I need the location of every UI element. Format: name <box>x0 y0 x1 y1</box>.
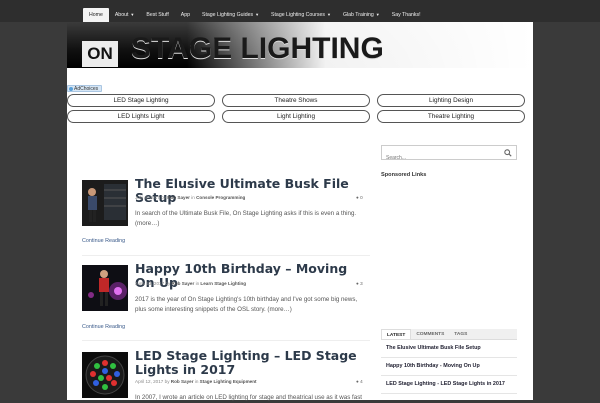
main-nav: Home About ▼ Best Stuff App Stage Lightin… <box>83 8 427 22</box>
post-category[interactable]: Learn Stage Lighting <box>200 281 246 286</box>
page-content: ON STAGE LIGHTING AdChoices LED Stage Li… <box>67 22 533 401</box>
nav-label: Best Stuff <box>146 12 169 18</box>
meta-in: in <box>194 379 199 384</box>
chevron-down-icon: ▼ <box>255 12 260 17</box>
site-banner[interactable]: ON STAGE LIGHTING <box>67 22 533 68</box>
post-category[interactable]: Stage Lighting Equipment <box>200 379 257 384</box>
adchoices-label: AdChoices <box>74 86 99 92</box>
comment-icon: ● <box>356 379 359 384</box>
nav-label: Glab Training <box>342 12 374 18</box>
ad-link[interactable]: Lighting Design <box>377 94 525 107</box>
post-meta: July 6, 2017 by Rob Sayer in Console Pro… <box>135 195 245 200</box>
post-excerpt: 2017 is the year of On Stage Lighting's … <box>135 296 358 313</box>
post-author[interactable]: Rob Sayer <box>172 281 195 286</box>
chevron-down-icon: ▼ <box>326 12 331 17</box>
nav-label: Home <box>89 12 103 18</box>
search-input[interactable] <box>382 151 492 165</box>
ad-link[interactable]: Theatre Shows <box>222 94 370 107</box>
ad-link[interactable]: LED Lights Light <box>67 110 215 123</box>
post-image <box>82 352 128 398</box>
nav-item-app[interactable]: App <box>175 8 196 22</box>
chevron-down-icon: ▼ <box>375 12 380 17</box>
post-category[interactable]: Console Programming <box>196 195 245 200</box>
comment-icon: ● <box>356 281 359 286</box>
post-thumbnail[interactable] <box>82 265 128 311</box>
site-logo-text: STAGE LIGHTING <box>131 32 384 65</box>
comment-count[interactable]: ● 3 <box>356 281 363 286</box>
chevron-down-icon: ▼ <box>130 12 135 17</box>
post-meta: June 23, 2017 by Rob Sayer in Learn Stag… <box>135 281 246 286</box>
sidebar-tabs: LATEST COMMENTS TAGS <box>381 329 517 340</box>
latest-post-link[interactable]: The Elusive Ultimate Busk File Setup <box>381 340 517 358</box>
post-thumbnail[interactable] <box>82 180 128 226</box>
post-author[interactable]: Rob Sayer <box>171 379 194 384</box>
ad-link[interactable]: LED Stage Lighting <box>67 94 215 107</box>
ad-link[interactable]: Light Lighting <box>222 110 370 123</box>
comment-icon: ● <box>356 195 359 200</box>
post-excerpt: In 2007, I wrote an article on LED light… <box>135 394 363 401</box>
sponsored-links-heading: Sponsored Links <box>381 172 427 178</box>
comment-count-value: 0 <box>360 195 363 200</box>
meta-by: by <box>161 195 166 200</box>
tab-comments[interactable]: COMMENTS <box>411 329 449 339</box>
nav-item-home[interactable]: Home <box>83 8 109 22</box>
nav-label: Say Thanks! <box>391 12 421 18</box>
post-divider <box>82 255 370 256</box>
meta-in: in <box>195 281 200 286</box>
comment-count-value: 3 <box>360 281 363 286</box>
nav-item-say-thanks[interactable]: Say Thanks! <box>386 8 427 22</box>
post-title[interactable]: LED Stage Lighting – LED Stage Lights in… <box>135 349 370 377</box>
meta-by: by <box>165 281 171 286</box>
adchoices-icon <box>69 87 73 91</box>
nav-item-about[interactable]: About ▼ <box>109 8 141 22</box>
comment-count-value: 4 <box>360 379 363 384</box>
post-date: June 23, 2017 <box>135 281 165 286</box>
nav-label: App <box>180 12 191 18</box>
nav-label: Stage Lighting Guides <box>202 12 254 18</box>
search-icon[interactable] <box>504 149 512 157</box>
post-divider <box>82 340 370 341</box>
nav-item-courses[interactable]: Stage Lighting Courses ▼ <box>265 8 337 22</box>
nav-label: Stage Lighting Courses <box>271 12 325 18</box>
nav-item-guides[interactable]: Stage Lighting Guides ▼ <box>196 8 265 22</box>
latest-posts-list: The Elusive Ultimate Busk File Setup Hap… <box>381 340 517 394</box>
post-image <box>82 265 128 311</box>
post-excerpt: In search of the Ultimate Busk File, On … <box>135 210 357 227</box>
latest-post-link[interactable]: LED Stage Lighting - LED Stage Lights in… <box>381 376 517 394</box>
continue-reading-link[interactable]: Continue Reading <box>82 324 125 330</box>
continue-reading-link[interactable]: Continue Reading <box>82 238 125 244</box>
meta-by: by <box>164 379 170 384</box>
ad-link[interactable]: Theatre Lighting <box>377 110 525 123</box>
top-bar: Home About ▼ Best Stuff App Stage Lightin… <box>0 0 600 22</box>
post-date: April 12, 2017 <box>135 379 164 384</box>
post-author[interactable]: Rob Sayer <box>167 195 190 200</box>
post-meta: April 12, 2017 by Rob Sayer in Stage Lig… <box>135 379 257 384</box>
tab-tags[interactable]: TAGS <box>449 329 472 339</box>
post-image <box>82 180 128 226</box>
meta-in: in <box>191 195 195 200</box>
comment-count[interactable]: ● 4 <box>356 379 363 384</box>
logo-on-badge: ON <box>82 41 118 67</box>
tab-latest[interactable]: LATEST <box>381 329 412 339</box>
latest-post-link[interactable]: Happy 10th Birthday - Moving On Up <box>381 358 517 376</box>
nav-item-glab-training[interactable]: Glab Training ▼ <box>337 8 386 22</box>
adchoices-badge[interactable]: AdChoices <box>67 85 103 92</box>
post-date: July 6, 2017 <box>135 195 160 200</box>
post-thumbnail[interactable] <box>82 352 128 398</box>
search-box <box>381 145 517 165</box>
comment-count[interactable]: ● 0 <box>356 195 363 200</box>
post-title[interactable]: The Elusive Ultimate Busk File Setup <box>135 177 370 205</box>
nav-label: About <box>114 12 129 18</box>
nav-item-best-stuff[interactable]: Best Stuff <box>140 8 174 22</box>
